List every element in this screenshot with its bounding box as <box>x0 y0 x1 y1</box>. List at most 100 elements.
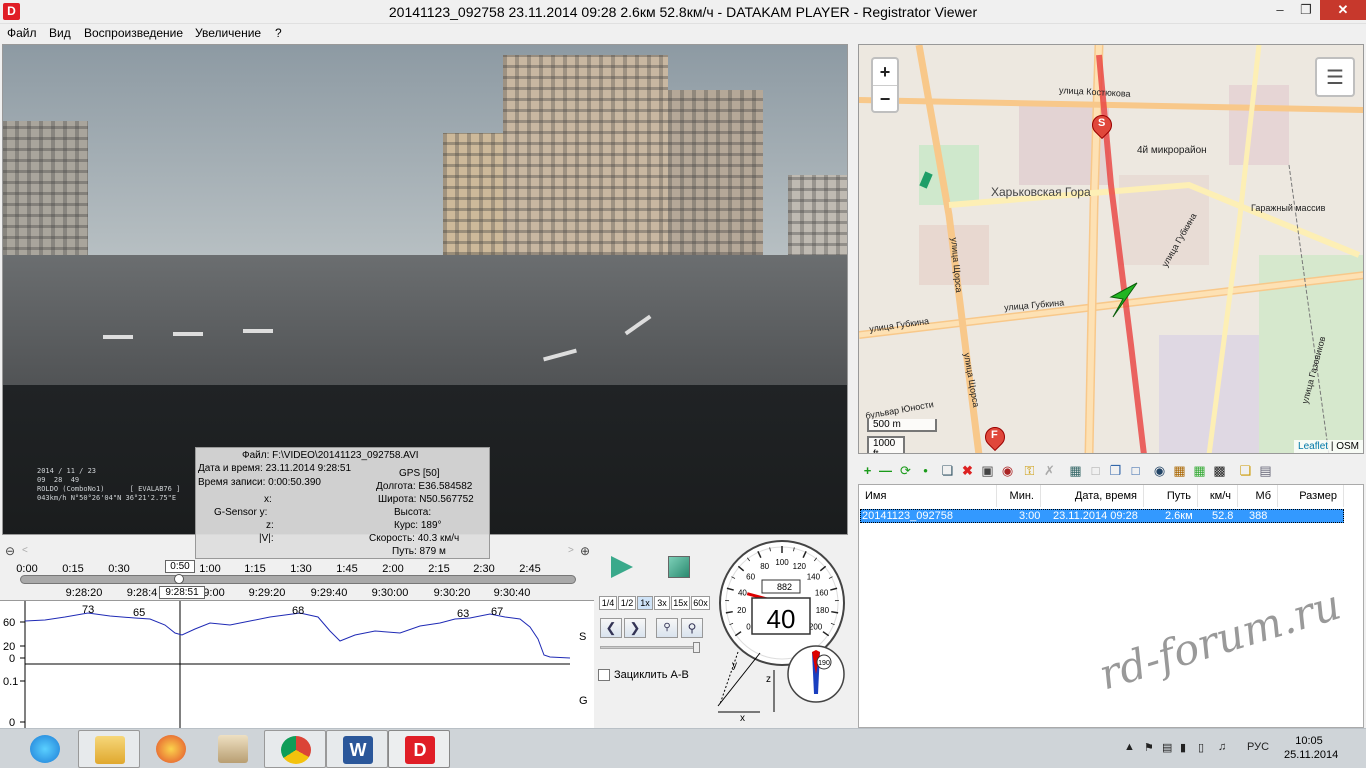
timeline-clock-tick: 9:29:40 <box>310 587 348 599</box>
next-frame-button[interactable]: ❯ <box>624 618 646 638</box>
start-marker-label: S <box>1098 117 1106 129</box>
timeline-scroll-right-icon[interactable]: > <box>568 545 574 556</box>
add-window-icon[interactable]: ▦ <box>1068 463 1083 478</box>
column-header-name[interactable]: Имя <box>859 485 997 507</box>
map-zoom-in-button[interactable]: + <box>873 59 897 85</box>
timeline-scroll-left-icon[interactable]: < <box>22 545 28 556</box>
speedometer-svg: 020 40 60 80 100 120140 160 180 200 882 40 y x z… <box>717 540 845 724</box>
speedometer-value: 40 <box>767 604 796 634</box>
globe-icon[interactable]: ◉ <box>1152 463 1167 478</box>
column-header-datetime[interactable]: Дата, время <box>1041 485 1144 507</box>
taskbar-app3[interactable] <box>140 730 202 768</box>
taskbar-explorer[interactable] <box>78 730 140 768</box>
timeline-zoom-out-icon[interactable]: ⊖ <box>5 544 15 558</box>
info-datetime: Дата и время: 23.11.2014 9:28:51 <box>198 463 352 474</box>
tray-language[interactable]: РУС <box>1247 741 1269 753</box>
map-scale-feet: 1000 ft <box>867 436 905 453</box>
tray-flag-icon[interactable]: ⚑ <box>1144 741 1154 754</box>
menu-view[interactable]: Вид <box>49 26 71 40</box>
column-header-path[interactable]: Путь <box>1144 485 1198 507</box>
tray-battery-icon[interactable]: ▮ <box>1180 741 1186 754</box>
volume-slider-track[interactable] <box>600 646 700 649</box>
telemetry-graphs[interactable]: 73 65 68 63 67 60 20 0 0.1 0 S G <box>0 600 594 729</box>
map-icon[interactable]: ▦ <box>1172 463 1187 478</box>
clock-date: 25.11.2014 <box>1284 749 1339 761</box>
remove-file-icon[interactable]: — <box>878 463 893 478</box>
menu-file[interactable]: Файл <box>7 26 37 40</box>
menu-playback[interactable]: Воспроизведение <box>84 26 183 40</box>
prev-frame-button[interactable]: ❮ <box>600 618 622 638</box>
column-header-minutes[interactable]: Мин. <box>997 485 1041 507</box>
loop-ab-label: Зациклить А-В <box>614 669 689 681</box>
tray-clock[interactable]: 10:05 25.11.2014 <box>1284 734 1339 762</box>
delete-icon[interactable]: ✖ <box>960 463 975 478</box>
document-icon[interactable]: ▤ <box>1258 463 1273 478</box>
taskbar-datakam[interactable]: D <box>388 730 450 768</box>
table-row[interactable]: 20141123_092758 3:00 23.11.2014 09:28 2.… <box>860 509 1344 523</box>
refresh-icon[interactable]: ⟳ <box>898 463 913 478</box>
taskbar-ie[interactable] <box>14 730 76 768</box>
speed-button-3x[interactable]: 3x <box>654 596 670 610</box>
menu-zoom[interactable]: Увеличение <box>195 26 261 40</box>
column-header-mb[interactable]: Мб <box>1238 485 1278 507</box>
timeline-track[interactable] <box>20 575 576 584</box>
maximize-button[interactable]: ❐ <box>1294 0 1318 20</box>
tray-network-icon[interactable]: ▯ <box>1198 741 1204 754</box>
graph-axis-s-label: S <box>579 631 587 643</box>
map-zoom-out-button[interactable]: − <box>873 86 897 112</box>
map-scale-meters: 500 m <box>867 419 937 432</box>
timeline-tick: 0:15 <box>62 563 84 575</box>
menu-help[interactable]: ? <box>275 26 282 40</box>
tools-icon[interactable]: ✗ <box>1042 463 1057 478</box>
speed-button-half[interactable]: 1/2 <box>618 596 636 610</box>
timeline-clock-tick: 9:29:20 <box>248 587 286 599</box>
timeline-clock-tick: 9:30:40 <box>493 587 531 599</box>
video-icon[interactable]: ▩ <box>1212 463 1227 478</box>
tray-volume-icon[interactable]: ♫ <box>1218 741 1226 753</box>
tray-chevron-icon[interactable]: ▲ <box>1124 741 1135 753</box>
map-layers-button[interactable]: ☰ <box>1315 57 1355 97</box>
add-file-icon[interactable]: + <box>860 463 875 478</box>
open-folder-icon[interactable]: ❏ <box>1238 463 1253 478</box>
timeline-thumb[interactable] <box>174 574 184 584</box>
play-button[interactable] <box>611 556 633 578</box>
graph-icon[interactable]: ▦ <box>1192 463 1207 478</box>
tile-icon[interactable]: ❐ <box>1108 463 1123 478</box>
media-app-icon <box>156 735 186 763</box>
snapshot-icon[interactable]: ◉ <box>1000 463 1015 478</box>
file-toolbar: + — ⟳ • ❏ ✖ ▣ ◉ ⚿ ✗ ▦ □ ❐ □ ◉ ▦ ▦ ▩ ❏ ▤ <box>858 460 1364 482</box>
map-view[interactable]: улица Костюкова 4й микрорайон Харьковска… <box>858 44 1364 454</box>
cascade-icon[interactable]: □ <box>1128 463 1143 478</box>
zoom-in-button[interactable]: ⚲ <box>681 618 703 638</box>
speed-button-15x[interactable]: 15x <box>671 596 690 610</box>
map-street-label: Гаражный массив <box>1251 203 1326 213</box>
volume-slider-knob[interactable] <box>693 642 700 653</box>
taskbar-app4[interactable] <box>202 730 264 768</box>
taskbar: W D ▲ ⚑ ▤ ▮ ▯ ♫ РУС 10:05 25.11.2014 <box>0 728 1366 768</box>
timeline-zoom-in-icon[interactable]: ⊕ <box>580 544 590 558</box>
copy-icon[interactable]: ❏ <box>940 463 955 478</box>
leaflet-link[interactable]: Leaflet <box>1298 441 1328 452</box>
info-altitude: Высота: <box>394 507 432 518</box>
key-icon[interactable]: ⚿ <box>1022 463 1037 478</box>
speed-button-quarter[interactable]: 1/4 <box>599 596 617 610</box>
zoom-out-button[interactable]: ⚲ <box>656 618 678 638</box>
stop-button[interactable] <box>668 556 690 578</box>
save-icon[interactable]: ▣ <box>980 463 995 478</box>
window-icon[interactable]: □ <box>1088 463 1103 478</box>
timeline-tick: 2:30 <box>473 563 495 575</box>
minimize-button[interactable]: – <box>1268 0 1292 20</box>
column-header-size[interactable]: Размер <box>1278 485 1344 507</box>
timeline-tick: 1:45 <box>336 563 358 575</box>
taskbar-chrome[interactable] <box>264 730 326 768</box>
speedometer-scale-label: 20 <box>737 606 746 615</box>
dot-icon: • <box>923 463 928 478</box>
odometer-value: 882 <box>777 582 792 592</box>
speed-button-60x[interactable]: 60x <box>691 596 710 610</box>
tray-device-icon[interactable]: ▤ <box>1162 741 1172 754</box>
column-header-speed[interactable]: км/ч <box>1198 485 1238 507</box>
close-button[interactable]: ✕ <box>1320 0 1366 20</box>
speed-button-1x[interactable]: 1x <box>637 596 653 610</box>
loop-ab-checkbox[interactable] <box>598 669 610 681</box>
taskbar-word[interactable]: W <box>326 730 388 768</box>
